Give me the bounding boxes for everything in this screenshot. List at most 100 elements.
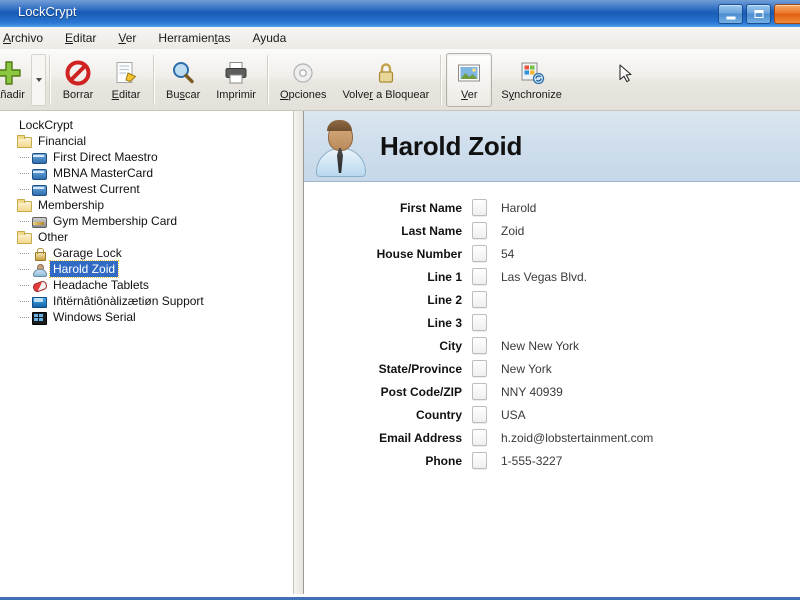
tree-expander-icon[interactable] [6,197,16,213]
copy-to-clipboard-icon[interactable] [472,429,487,446]
toolbar-button-editar[interactable]: Editar [103,53,149,107]
tree-node-natwest-current[interactable]: Natwest Current [6,181,293,197]
close-button[interactable] [774,4,800,24]
menu-ayuda[interactable]: Ayuda [241,29,297,47]
copy-to-clipboard-icon[interactable] [472,245,487,262]
field-label: Email Address [379,430,462,445]
tree-node-first-direct-maestro[interactable]: First Direct Maestro [6,149,293,165]
copy-to-clipboard-icon[interactable] [472,291,487,308]
tree-connector [20,261,31,277]
toolbar-button-borrar[interactable]: Borrar [55,53,101,107]
tree-label: Harold Zoid [48,260,120,278]
credit-card-icon [31,149,47,165]
printer-icon [223,58,249,88]
search-icon [170,58,196,88]
field-row-last-name: Last Name Zoid [304,219,800,242]
delete-icon [65,58,91,88]
toolbar-button-volver-a-bloquear[interactable]: Volver a Bloquear [335,53,436,107]
toolbar-button-ver[interactable]: Ver [446,53,493,107]
toolbar: Añadir Borrar Editar Buscar [0,49,800,111]
field-value: Las Vegas Blvd. [501,269,588,284]
copy-to-clipboard-icon[interactable] [472,383,487,400]
view-image-icon [456,58,482,88]
tree-label: Headache Tablets [53,278,149,292]
menu-ver[interactable]: Ver [107,29,147,47]
toolbar-label-synchronize: Synchronize [501,89,562,101]
field-label: City [439,338,462,353]
tree-node-headache-tablets[interactable]: Headache Tablets [6,277,293,293]
field-value: 54 [501,246,515,261]
tree-label: Iñtërnâtiônàlizætiøn Support [53,294,204,308]
copy-to-clipboard-icon[interactable] [472,406,487,423]
credit-card-icon [31,181,47,197]
maximize-button[interactable] [746,4,771,24]
field-row-line-3: Line 3 [304,311,800,334]
toolbar-button-imprimir[interactable]: Imprimir [209,53,263,107]
avatar-hair [327,120,352,131]
tree-pane[interactable]: LockCrypt Financial First Direct Maestro [0,111,293,594]
toolbar-button-synchronize[interactable]: Synchronize [494,53,569,107]
toolbar-button-anadir[interactable]: Añadir [0,53,32,107]
field-label: State/Province [378,361,462,376]
tree-label: Other [38,230,69,244]
copy-to-clipboard-icon[interactable] [472,314,487,331]
tree-label: Garage Lock [53,246,122,260]
tree-node-financial[interactable]: Financial [6,133,293,149]
field-row-email-address: Email Address h.zoid@lobstertainment.com [304,426,800,449]
tree-node-windows-serial[interactable]: Windows Serial [6,309,293,325]
tree-label: First Direct Maestro [53,150,158,164]
minimize-button[interactable] [718,4,743,24]
tree-node-garage-lock[interactable]: Garage Lock [6,245,293,261]
synchronize-icon [519,58,545,88]
toolbar-button-opciones[interactable]: Opciones [273,53,333,107]
tree-node-lockcrypt[interactable]: LockCrypt [6,117,293,133]
toolbar-label-imprimir: Imprimir [216,89,256,101]
tree-label: Membership [38,198,105,212]
menu-archivo[interactable]: Archivo [0,29,54,47]
toolbar-label-buscar: Buscar [166,89,201,101]
copy-to-clipboard-icon[interactable] [472,222,487,239]
field-row-first-name: First Name Harold [304,196,800,219]
menu-editar[interactable]: Editar [54,29,107,47]
gear-icon [290,58,316,88]
menu-herramientas[interactable]: Herramientas [147,29,241,47]
tree-label: MBNA MasterCard [53,166,154,180]
copy-to-clipboard-icon[interactable] [472,337,487,354]
field-value: New New York [501,338,580,353]
toolbar-label-editar: Editar [111,89,141,101]
copy-to-clipboard-icon[interactable] [472,360,487,377]
tree-expander-icon[interactable] [6,229,16,245]
tree-node-mbna-mastercard[interactable]: MBNA MasterCard [6,165,293,181]
tree-node-membership[interactable]: Membership [6,197,293,213]
copy-to-clipboard-icon[interactable] [472,199,487,216]
field-list: First Name Harold Last Name Zoid House N… [304,182,800,472]
lockcrypt-window: LockCrypt Archivo Editar Ver Herramienta… [0,0,800,600]
field-row-line-1: Line 1 Las Vegas Blvd. [304,265,800,288]
menu-bar: Archivo Editar Ver Herramientas Ayuda [0,27,800,50]
page-title: Harold Zoid [380,130,523,161]
edit-icon [113,58,139,88]
tree-node-internationalization-support[interactable]: Iñtërnâtiônàlizætiøn Support [6,293,293,309]
main-content: LockCrypt Financial First Direct Maestro [0,111,800,594]
field-row-state-province: State/Province New York [304,357,800,380]
detail-header: Harold Zoid [304,111,800,182]
menu-ver-label: er [125,31,137,45]
menu-editar-label: ditar [73,31,97,45]
tree-node-other[interactable]: Other [6,229,293,245]
tree-node-gym-membership-card[interactable]: Gym Membership Card [6,213,293,229]
toolbar-button-buscar[interactable]: Buscar [159,53,207,107]
toolbar-separator [440,55,443,105]
field-label: Country [416,407,462,422]
copy-to-clipboard-icon[interactable] [472,452,487,469]
detail-pane: Harold Zoid First Name Harold Last Name … [303,111,800,594]
tree-node-harold-zoid[interactable]: Harold Zoid [6,260,293,278]
tree-expander-icon[interactable] [6,133,16,149]
field-row-post-code-zip: Post Code/ZIP NNY 40939 [304,380,800,403]
field-row-house-number: House Number 54 [304,242,800,265]
tree-label: Windows Serial [53,310,136,324]
tree-label: Natwest Current [53,182,140,196]
copy-to-clipboard-icon[interactable] [472,268,487,285]
anadir-dropdown-button[interactable] [31,54,46,106]
field-label: Phone [425,453,462,468]
toolbar-label-opciones: Opciones [279,89,327,101]
